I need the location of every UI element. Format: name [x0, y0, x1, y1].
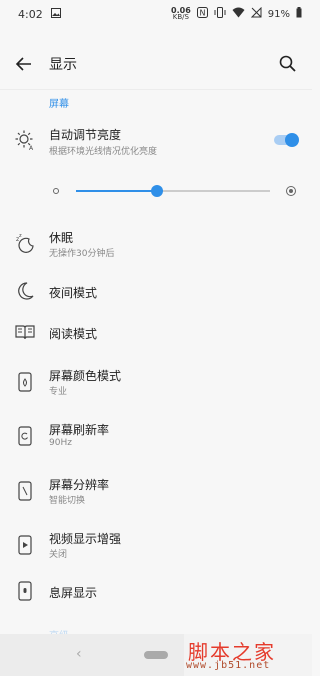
auto-brightness-subtitle: 根据环境光线情况优化亮度 [49, 147, 158, 157]
book-icon [14, 321, 36, 343]
battery-percent: 91% [267, 8, 290, 20]
nav-home-pill[interactable] [144, 651, 168, 659]
screen-color-icon [14, 371, 36, 393]
auto-brightness-icon: A [14, 129, 36, 152]
status-time: 4:02 [18, 7, 43, 21]
screen-color-mode-title: 屏幕颜色模式 [49, 369, 122, 383]
ambient-display-icon [14, 580, 36, 602]
ambient-display-title: 息屏显示 [49, 586, 98, 600]
refresh-rate-title: 屏幕刷新率 [49, 423, 110, 437]
moon-icon [14, 280, 36, 302]
night-mode-title: 夜间模式 [49, 286, 98, 300]
vibrate-icon [214, 7, 226, 21]
refresh-rate-icon [14, 425, 36, 447]
page-title: 显示 [49, 57, 77, 73]
brightness-slider[interactable] [50, 183, 298, 199]
resolution-subtitle: 智能切换 [49, 496, 86, 506]
sleep-subtitle: 无操作30分钟后 [49, 249, 115, 259]
resolution-row[interactable]: 屏幕分辨率 智能切换 [0, 474, 312, 514]
toolbar: 显示 [0, 46, 312, 82]
nfc-icon: N [196, 7, 208, 21]
refresh-rate-subtitle: 90Hz [49, 438, 72, 448]
back-arrow-icon[interactable] [12, 52, 36, 76]
reading-mode-title: 阅读模式 [49, 327, 98, 341]
network-speed: 0.06 KB/S [171, 6, 191, 21]
gallery-notification-icon [50, 7, 61, 21]
screen-color-mode-row[interactable]: 屏幕颜色模式 专业 [0, 365, 312, 405]
video-enhance-icon [14, 534, 36, 556]
slider-thumb[interactable] [151, 185, 164, 197]
svg-text:z: z [19, 233, 22, 239]
screen-color-mode-subtitle: 专业 [49, 387, 68, 397]
section-header-screen: 屏幕 [49, 99, 69, 110]
toolbar-divider [0, 89, 312, 90]
no-sim-icon [250, 6, 262, 21]
watermark-url: www.jb51.net [186, 660, 271, 671]
night-mode-row[interactable]: 夜间模式 [0, 280, 312, 304]
wifi-icon [232, 7, 245, 21]
status-bar: 4:02 0.06 KB/S N 91% [0, 0, 312, 28]
nav-back-icon[interactable]: ‹ [76, 646, 82, 662]
reading-mode-row[interactable]: 阅读模式 [0, 321, 312, 345]
sleep-icon: z z [14, 232, 36, 254]
video-enhance-subtitle: 关闭 [49, 550, 68, 560]
svg-text:A: A [29, 145, 34, 151]
refresh-rate-row[interactable]: 屏幕刷新率 90Hz [0, 419, 312, 459]
sleep-title: 休眠 [49, 231, 74, 245]
auto-brightness-title: 自动调节亮度 [49, 128, 122, 142]
sleep-row[interactable]: z z 休眠 无操作30分钟后 [0, 226, 312, 266]
slider-fill [76, 190, 158, 192]
resolution-title: 屏幕分辨率 [49, 478, 110, 492]
watermark: 脚本之家 www.jb51.net [184, 634, 312, 676]
auto-brightness-toggle[interactable] [274, 133, 300, 147]
toggle-knob [285, 133, 299, 147]
battery-icon [296, 7, 302, 21]
video-enhance-title: 视频显示增强 [49, 532, 122, 546]
resolution-icon [14, 480, 36, 502]
video-enhance-row[interactable]: 视频显示增强 关闭 [0, 528, 312, 568]
search-icon[interactable] [276, 52, 300, 76]
ambient-display-row[interactable]: 息屏显示 [0, 580, 312, 604]
auto-brightness-row[interactable]: A 自动调节亮度 根据环境光线情况优化亮度 [0, 124, 312, 164]
svg-text:N: N [199, 9, 205, 18]
brightness-low-icon [53, 188, 59, 194]
brightness-high-icon [286, 186, 296, 196]
